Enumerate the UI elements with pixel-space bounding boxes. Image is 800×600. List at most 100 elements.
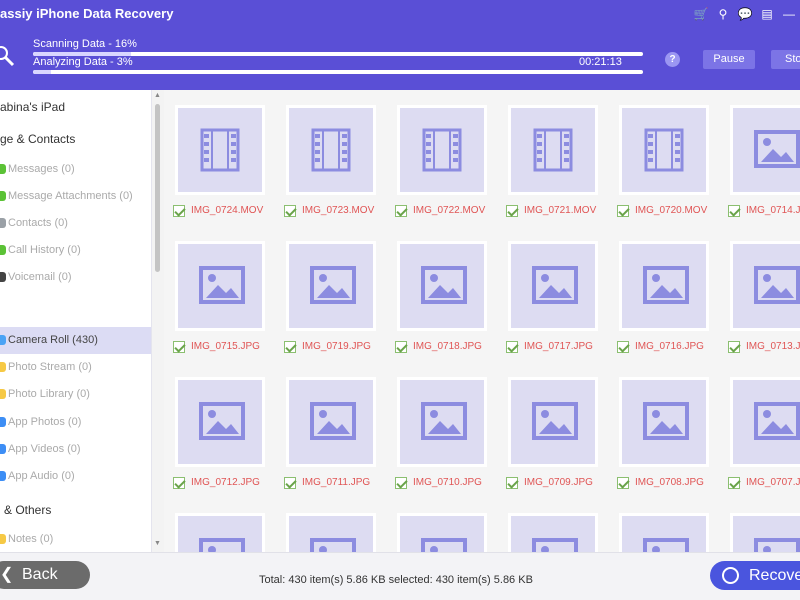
video-thumbnail[interactable] xyxy=(286,105,376,195)
thumbnail-placeholder xyxy=(289,380,373,464)
file-name: IMG_0720.MOV xyxy=(635,205,708,216)
voicemail-icon xyxy=(0,272,6,282)
sidebar-item-messages[interactable]: Messages (0) xyxy=(8,163,75,175)
video-thumbnail[interactable] xyxy=(619,105,709,195)
sidebar-item-app-photos[interactable]: App Photos (0) xyxy=(8,416,81,428)
picture-icon xyxy=(754,266,800,304)
file-checkbox[interactable] xyxy=(617,341,629,353)
file-checkbox[interactable] xyxy=(173,341,185,353)
back-arrow-icon: ❮ xyxy=(0,566,14,583)
film-icon xyxy=(200,128,240,172)
file-checkbox[interactable] xyxy=(284,205,296,217)
sidebar-item-photo-stream[interactable]: Photo Stream (0) xyxy=(8,361,92,373)
chat-icon[interactable]: 💬 xyxy=(734,7,756,21)
key-icon[interactable]: ⚲ xyxy=(712,7,734,21)
image-thumbnail[interactable] xyxy=(730,105,800,195)
image-thumbnail[interactable] xyxy=(619,241,709,331)
app-audio-icon xyxy=(0,471,6,481)
video-thumbnail[interactable] xyxy=(397,105,487,195)
image-thumbnail[interactable] xyxy=(175,241,265,331)
image-thumbnail[interactable] xyxy=(286,513,376,552)
image-thumbnail[interactable] xyxy=(730,513,800,552)
file-checkbox[interactable] xyxy=(506,477,518,489)
video-thumbnail[interactable] xyxy=(508,105,598,195)
file-checkbox[interactable] xyxy=(728,341,740,353)
menu-icon[interactable]: ▤ xyxy=(756,7,778,21)
image-thumbnail[interactable] xyxy=(397,513,487,552)
file-checkbox[interactable] xyxy=(728,205,740,217)
thumbnail-placeholder xyxy=(289,516,373,552)
picture-icon xyxy=(310,402,356,440)
pause-button[interactable]: Pause xyxy=(703,50,755,69)
image-thumbnail[interactable] xyxy=(619,513,709,552)
file-checkbox[interactable] xyxy=(617,205,629,217)
file-checkbox[interactable] xyxy=(173,205,185,217)
image-thumbnail[interactable] xyxy=(175,513,265,552)
sidebar-item-notes[interactable]: Notes (0) xyxy=(8,533,53,545)
photo-library-icon xyxy=(0,389,6,399)
thumbnail-placeholder xyxy=(400,244,484,328)
title-bar: assiy iPhone Data Recovery 🛒 ⚲ 💬 ▤ — xyxy=(0,0,800,28)
file-checkbox[interactable] xyxy=(395,205,407,217)
recover-icon xyxy=(722,567,739,584)
thumbnail-placeholder xyxy=(178,244,262,328)
picture-icon xyxy=(532,538,578,552)
minimize-icon[interactable]: — xyxy=(778,7,800,21)
titlebar-icons: 🛒 ⚲ 💬 ▤ — xyxy=(690,0,800,28)
picture-icon xyxy=(643,402,689,440)
section-messages-contacts[interactable]: ge & Contacts xyxy=(0,132,75,146)
image-thumbnail[interactable] xyxy=(508,377,598,467)
scan-progress-panel: Scanning Data - 16% Analyzing Data - 3% … xyxy=(0,28,800,90)
app-title: assiy iPhone Data Recovery xyxy=(0,6,174,21)
file-name: IMG_0712.JPG xyxy=(191,477,260,488)
help-icon[interactable]: ? xyxy=(665,52,680,67)
file-checkbox[interactable] xyxy=(395,341,407,353)
image-thumbnail[interactable] xyxy=(619,377,709,467)
section-memos-others[interactable]: & Others xyxy=(4,503,51,517)
scroll-up-icon[interactable]: ▲ xyxy=(154,92,161,99)
notes-icon xyxy=(0,534,6,544)
file-checkbox[interactable] xyxy=(506,341,518,353)
file-name: IMG_0708.JPG xyxy=(635,477,704,488)
image-thumbnail[interactable] xyxy=(730,241,800,331)
file-name: IMG_0723.MOV xyxy=(302,205,375,216)
file-checkbox[interactable] xyxy=(173,477,185,489)
file-checkbox[interactable] xyxy=(284,477,296,489)
video-thumbnail[interactable] xyxy=(175,105,265,195)
thumbnail-placeholder xyxy=(511,380,595,464)
sidebar-item-message-attachments[interactable]: Message Attachments (0) xyxy=(8,190,133,202)
thumbnail-placeholder xyxy=(178,108,262,192)
sidebar-item-app-audio[interactable]: App Audio (0) xyxy=(8,470,75,482)
sidebar-item-contacts[interactable]: Contacts (0) xyxy=(8,217,68,229)
image-thumbnail[interactable] xyxy=(508,513,598,552)
category-sidebar: abina's iPad ge & Contacts Messages (0) … xyxy=(0,90,152,552)
file-checkbox[interactable] xyxy=(284,341,296,353)
image-thumbnail[interactable] xyxy=(286,241,376,331)
sidebar-item-photo-library[interactable]: Photo Library (0) xyxy=(8,388,90,400)
device-name[interactable]: abina's iPad xyxy=(0,100,65,114)
file-checkbox[interactable] xyxy=(728,477,740,489)
thumbnail-placeholder xyxy=(733,380,800,464)
cart-icon[interactable]: 🛒 xyxy=(690,7,712,21)
thumbnail-placeholder xyxy=(511,516,595,552)
sidebar-item-camera-roll[interactable]: Camera Roll (430) xyxy=(8,334,98,346)
image-thumbnail[interactable] xyxy=(175,377,265,467)
file-checkbox[interactable] xyxy=(617,477,629,489)
sidebar-item-app-videos[interactable]: App Videos (0) xyxy=(8,443,81,455)
back-button[interactable]: ❮ Back xyxy=(0,561,90,589)
scroll-down-icon[interactable]: ▼ xyxy=(154,540,161,547)
file-checkbox[interactable] xyxy=(506,205,518,217)
sidebar-scrollbar[interactable]: ▲ ▼ xyxy=(152,90,164,552)
image-thumbnail[interactable] xyxy=(397,377,487,467)
image-thumbnail[interactable] xyxy=(508,241,598,331)
image-thumbnail[interactable] xyxy=(286,377,376,467)
sidebar-scroll-thumb[interactable] xyxy=(155,104,160,272)
photo-stream-icon xyxy=(0,362,6,372)
sidebar-item-voicemail[interactable]: Voicemail (0) xyxy=(8,271,72,283)
file-checkbox[interactable] xyxy=(395,477,407,489)
image-thumbnail[interactable] xyxy=(730,377,800,467)
image-thumbnail[interactable] xyxy=(397,241,487,331)
stop-button[interactable]: Stop xyxy=(771,50,800,69)
recover-button[interactable]: Recover xyxy=(710,561,800,590)
sidebar-item-call-history[interactable]: Call History (0) xyxy=(8,244,81,256)
